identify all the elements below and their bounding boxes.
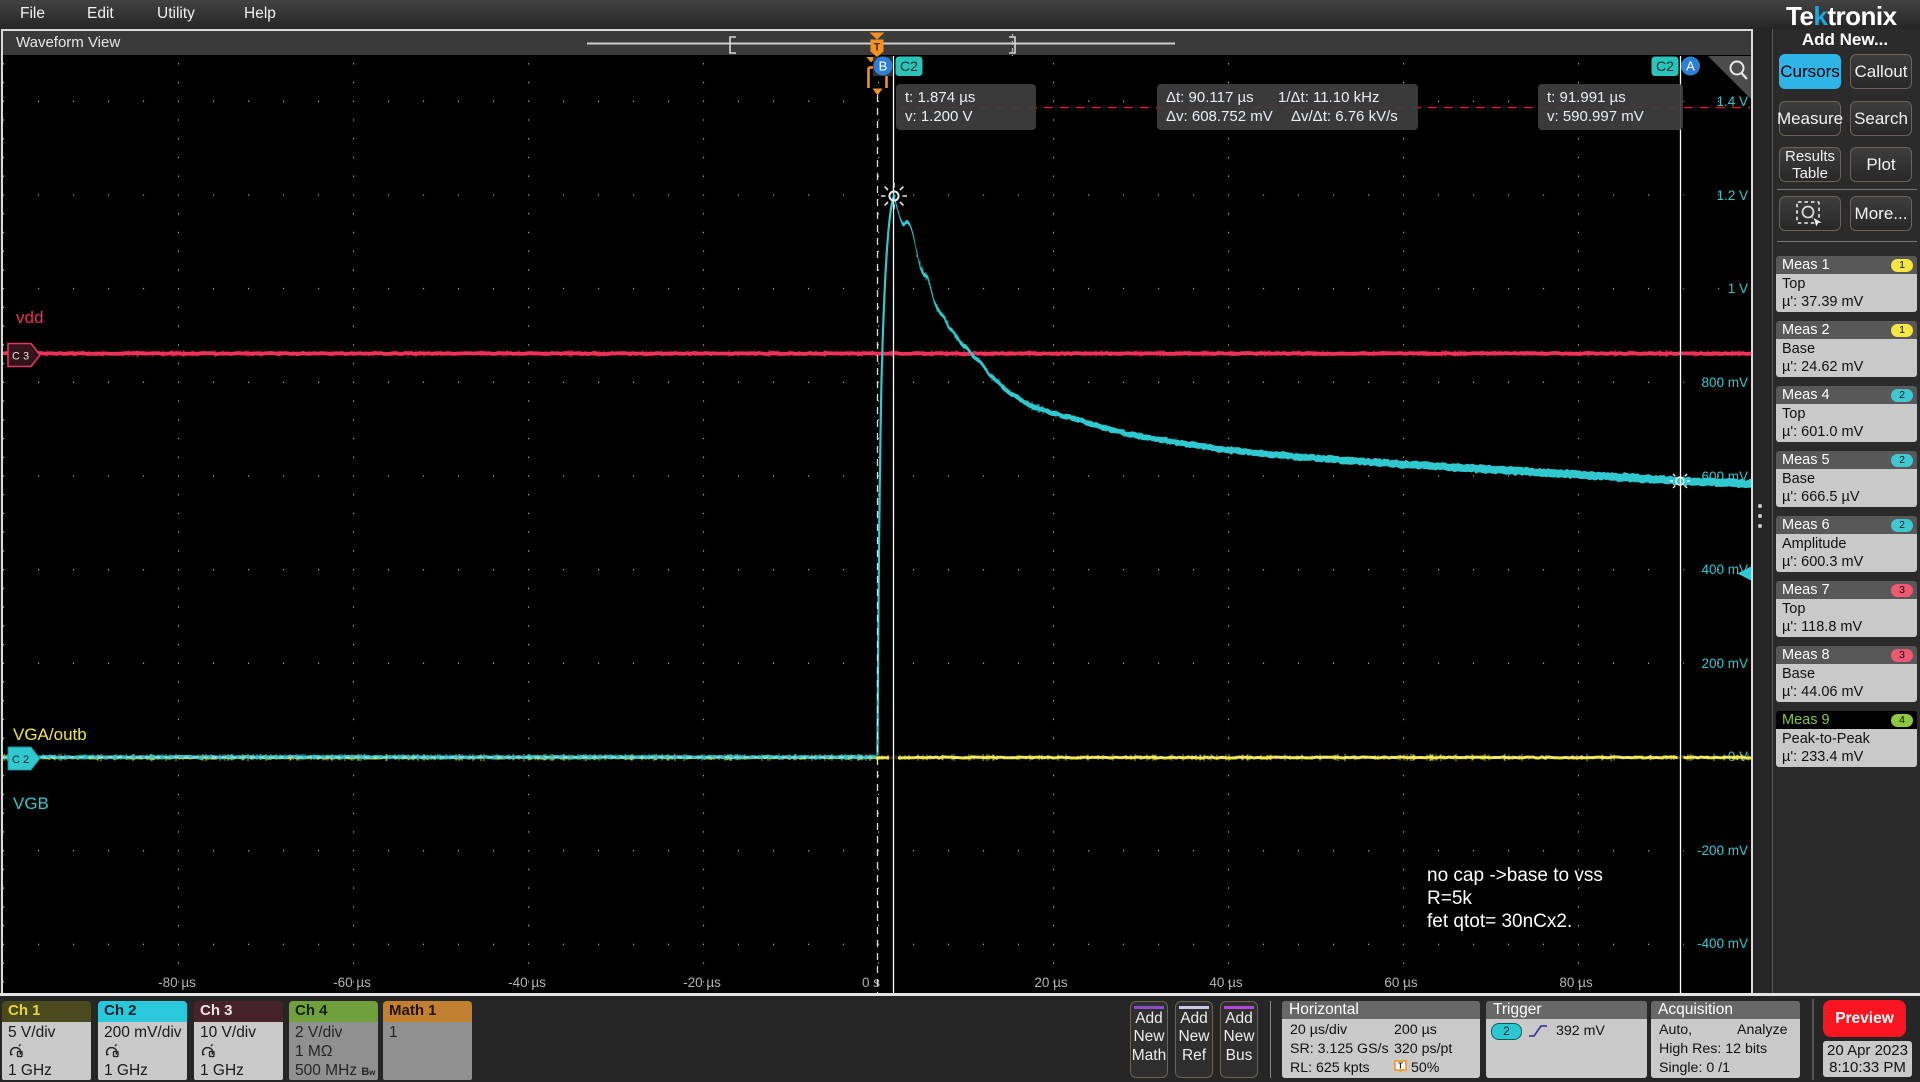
svg-text:1 V: 1 V [1728,281,1748,296]
svg-text:-60 µs: -60 µs [333,975,371,990]
svg-text:-200 mV: -200 mV [1697,843,1748,858]
svg-text:T: T [1398,1062,1403,1071]
svg-text:1.2 V: 1.2 V [1716,188,1748,203]
svg-text:800 mV: 800 mV [1701,375,1748,390]
svg-text:-20 µs: -20 µs [683,975,721,990]
svg-text:-400 mV: -400 mV [1697,936,1748,951]
svg-text:-80 µs: -80 µs [158,975,196,990]
svg-text:200 mV: 200 mV [1701,656,1748,671]
svg-text:80 µs: 80 µs [1559,975,1593,990]
svg-text:20 µs: 20 µs [1034,975,1068,990]
svg-text:40 µs: 40 µs [1209,975,1243,990]
svg-text:-40 µs: -40 µs [508,975,546,990]
svg-text:60 µs: 60 µs [1384,975,1418,990]
